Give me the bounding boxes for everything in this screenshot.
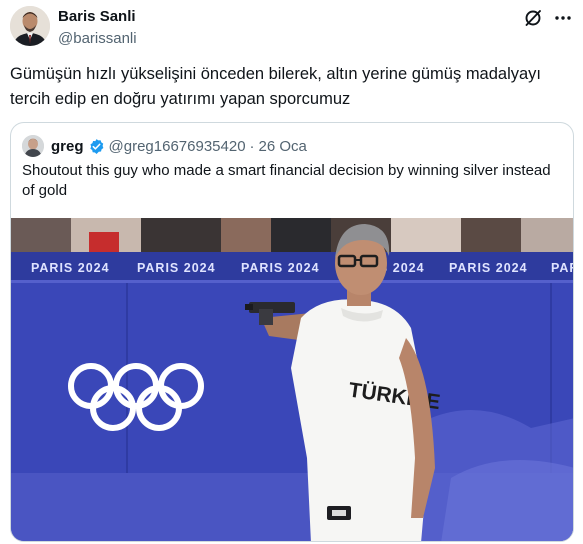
quoted-author-avatar[interactable] [22, 135, 44, 157]
banner-text-1: PARIS 2024 [31, 261, 110, 275]
quoted-tweet[interactable]: greg @greg16676935420 · 26 Oca Shoutout … [10, 122, 574, 542]
quoted-date[interactable]: 26 Oca [259, 138, 307, 155]
quoted-tweet-header: greg @greg16676935420 · 26 Oca [22, 135, 307, 157]
quoted-tweet-image[interactable]: PARIS 2024 PARIS 2024 PARIS 2024 PARIS 2… [11, 218, 574, 541]
tweet-actions-top [523, 8, 573, 28]
banner-text-3: PARIS 2024 [241, 261, 320, 275]
olympic-shooter-photo: PARIS 2024 PARIS 2024 PARIS 2024 PARIS 2… [11, 218, 574, 541]
quoted-author-handle[interactable]: @greg16676935420 [109, 138, 246, 155]
banner-text-6: PARIS 2024 [551, 261, 574, 275]
banner-text-2: PARIS 2024 [137, 261, 216, 275]
author-name[interactable]: Baris Sanli [58, 8, 137, 26]
banner-text-5: PARIS 2024 [449, 261, 528, 275]
quoted-author-name[interactable]: greg [51, 138, 84, 155]
more-icon[interactable] [553, 8, 573, 28]
quoted-tweet-text: Shoutout this guy who made a smart finan… [22, 162, 551, 199]
separator-dot: · [249, 137, 255, 155]
grok-icon[interactable] [523, 8, 543, 28]
tweet-text: Gümüşün hızlı yükselişini önceden bilere… [10, 65, 542, 108]
author-avatar[interactable] [10, 6, 50, 46]
author-info: Baris Sanli @barissanli [58, 8, 137, 49]
verified-badge-icon [88, 138, 105, 155]
author-handle[interactable]: @barissanli [58, 29, 137, 49]
